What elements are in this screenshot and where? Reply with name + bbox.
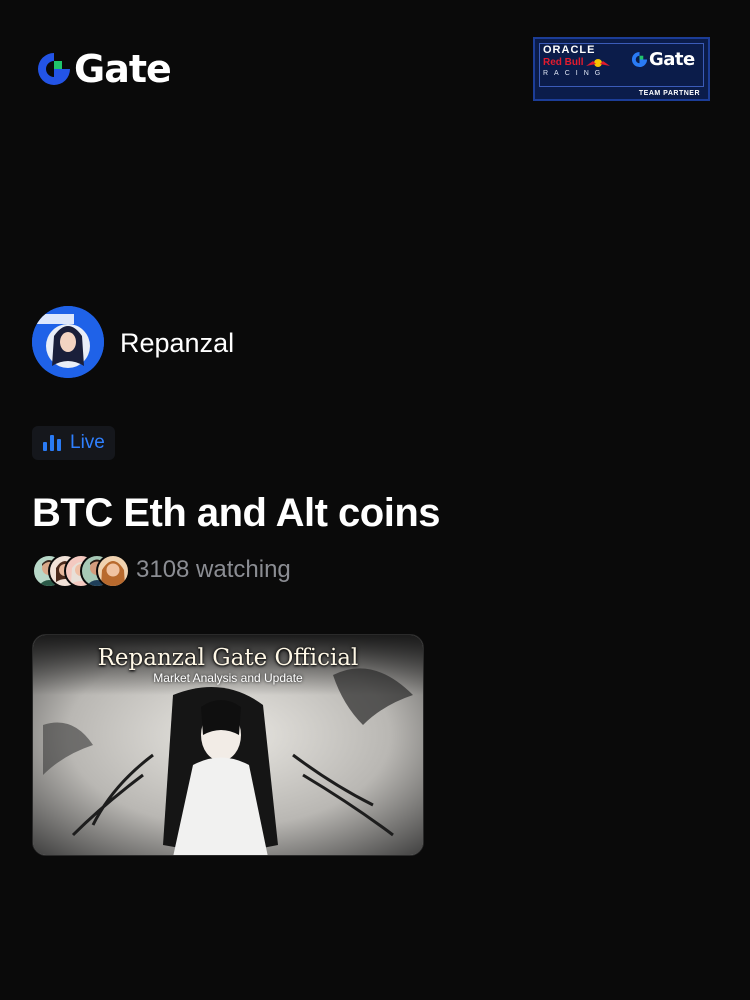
partner-redbull-text: Red Bull: [543, 57, 584, 68]
streamer-avatar[interactable]: [32, 306, 104, 378]
partner-team-partner-text: TEAM PARTNER: [638, 90, 700, 97]
viewer-avatars: [32, 553, 130, 588]
live-badge: Live: [32, 426, 115, 460]
viewer-summary: 3108 watching: [32, 553, 291, 588]
gate-logo-icon: [38, 53, 70, 85]
gate-logo-text: Gate: [74, 47, 172, 91]
gate-logo[interactable]: Gate: [36, 47, 172, 91]
thumbnail-title: Repanzal Gate Official: [97, 645, 359, 671]
streamer-name[interactable]: Repanzal: [120, 327, 234, 359]
red-bull-icon: [586, 59, 610, 67]
partner-gate-logo: Gate: [631, 49, 695, 70]
live-label: Live: [70, 432, 105, 453]
viewer-avatar: [96, 554, 130, 588]
avatar-image: [32, 306, 104, 378]
stream-title: BTC Eth and Alt coins: [32, 491, 441, 535]
bar-chart-icon: [43, 435, 61, 451]
partner-gate-text: Gate: [649, 49, 695, 70]
partner-oracle-text: ORACLE: [543, 44, 596, 56]
watching-count: 3108 watching: [136, 556, 291, 583]
partner-badge: ORACLE Red Bull RACING Gate TEAM PARTNER: [533, 37, 710, 101]
stream-thumbnail[interactable]: Repanzal Gate Official Market Analysis a…: [32, 634, 424, 856]
gate-logo-icon: [631, 51, 648, 68]
thumbnail-subtitle: Market Analysis and Update: [153, 671, 303, 685]
partner-racing-text: RACING: [543, 70, 607, 77]
